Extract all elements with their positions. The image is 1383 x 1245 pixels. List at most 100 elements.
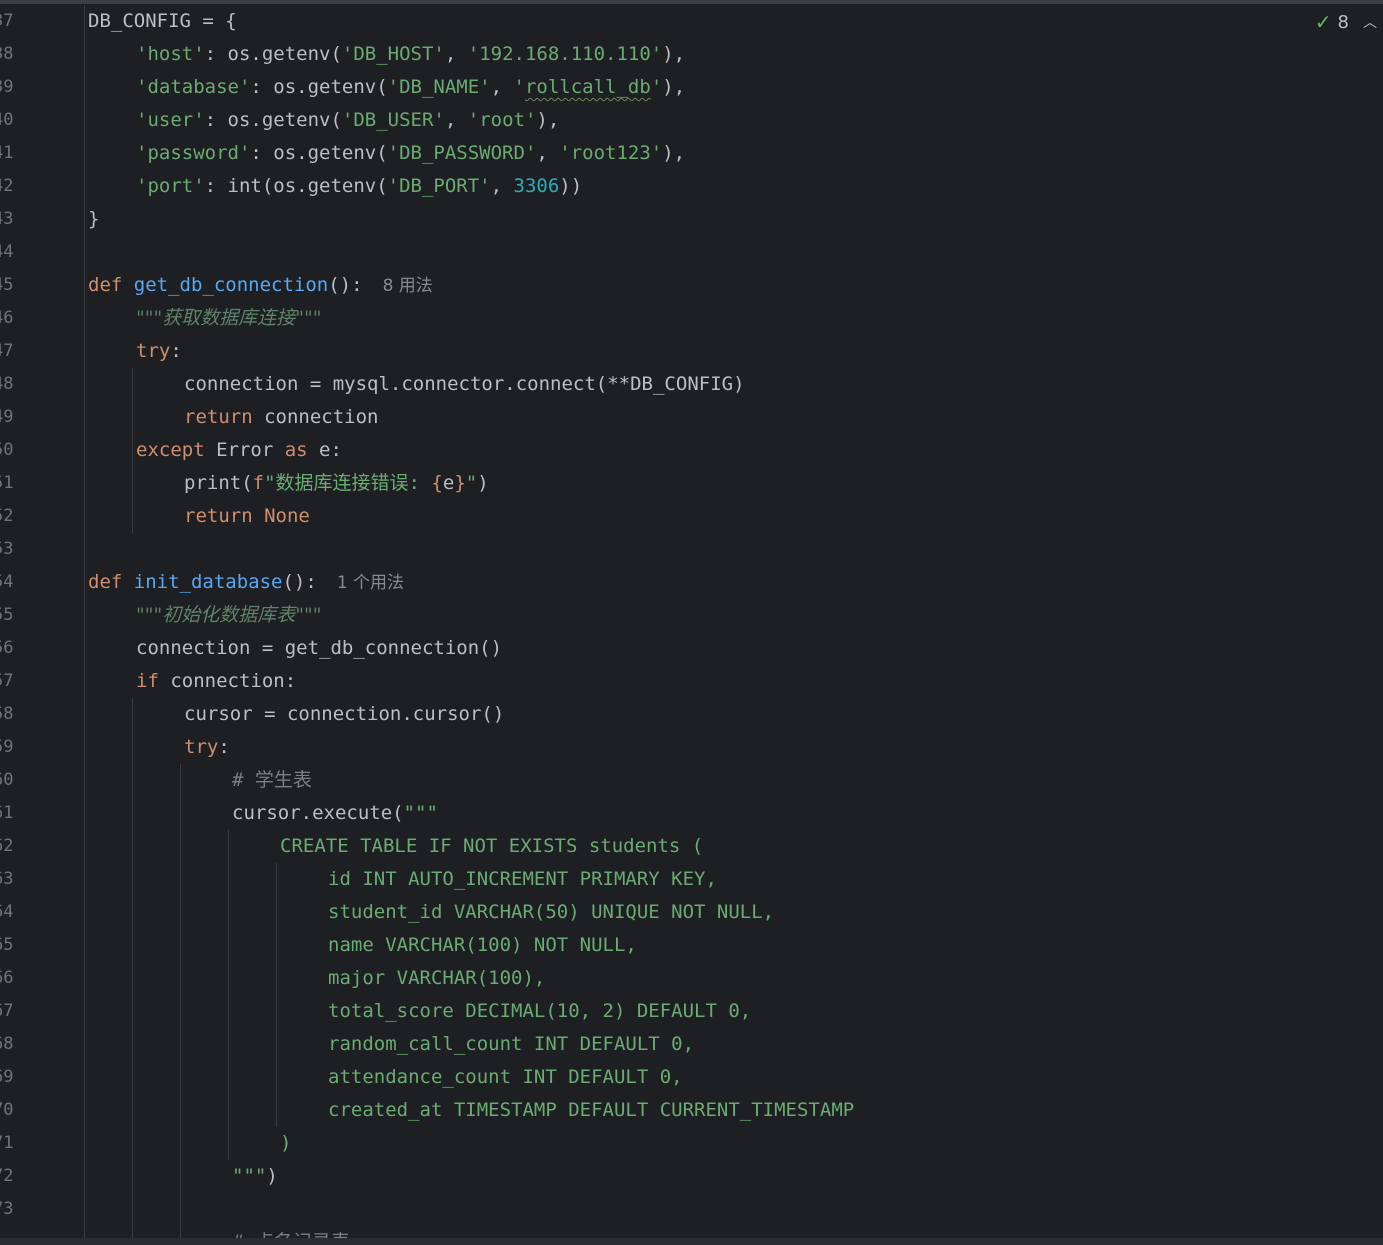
code-line[interactable]: name VARCHAR(100) NOT NULL,: [328, 929, 637, 962]
code-text: : os.getenv(: [204, 109, 342, 131]
code-line[interactable]: """初始化数据库表""": [136, 599, 321, 632]
string-literal: 'root': [467, 109, 537, 131]
line-number[interactable]: 38: [0, 38, 33, 71]
code-line[interactable]: CREATE TABLE IF NOT EXISTS students (: [280, 830, 703, 863]
code-line[interactable]: cursor = connection.cursor(): [184, 698, 504, 731]
code-line[interactable]: """获取数据库连接""": [136, 302, 321, 335]
code-line[interactable]: attendance_count INT DEFAULT 0,: [328, 1061, 683, 1094]
code-line[interactable]: 'port': int(os.getenv('DB_PORT', 3306)): [136, 170, 582, 203]
code-line[interactable]: print(f"数据库连接错误: {e}"): [184, 467, 489, 500]
code-line[interactable]: 'password': os.getenv('DB_PASSWORD', 'ro…: [136, 137, 685, 170]
keyword: return: [184, 505, 253, 527]
code-line[interactable]: major VARCHAR(100),: [328, 962, 545, 995]
line-number[interactable]: 53: [0, 533, 33, 566]
line-number[interactable]: 57: [0, 665, 33, 698]
string-literal: 'host': [136, 43, 205, 65]
keyword: except: [136, 439, 205, 461]
code-line[interactable]: def get_db_connection(): 8 用法: [88, 269, 433, 302]
code-line[interactable]: try:: [136, 335, 182, 368]
chevron-up-icon[interactable]: ︿: [1363, 12, 1377, 32]
function-name[interactable]: init_database: [134, 571, 283, 593]
line-number[interactable]: 42: [0, 170, 33, 203]
code-line[interactable]: connection = mysql.connector.connect(**D…: [184, 368, 745, 401]
code-text: e: [442, 472, 455, 494]
line-number[interactable]: 47: [0, 335, 33, 368]
code-text: print(: [184, 472, 253, 494]
indent-guide: [132, 368, 133, 533]
code-line[interactable]: connection = get_db_connection(): [136, 632, 502, 665]
line-number[interactable]: 46: [0, 302, 33, 335]
code-text: ),: [662, 142, 686, 164]
code-line[interactable]: cursor.execute(""": [232, 797, 438, 830]
sql-string: ): [280, 1132, 292, 1154]
line-number[interactable]: 63: [0, 863, 33, 896]
code-line[interactable]: 'user': os.getenv('DB_USER', 'root'),: [136, 104, 559, 137]
keyword: try: [136, 340, 171, 362]
line-number[interactable]: 58: [0, 698, 33, 731]
code-text: :: [170, 340, 182, 362]
usages-hint[interactable]: 8 用法: [383, 276, 433, 296]
code-line[interactable]: return None: [184, 500, 310, 533]
code-line[interactable]: # 学生表: [232, 764, 312, 797]
inspection-count: 8: [1337, 11, 1349, 33]
code-editor[interactable]: ✓ 8 ︿ 3738394041424344454647484950515253…: [0, 0, 1383, 1245]
code-line[interactable]: 'host': os.getenv('DB_HOST', '192.168.11…: [136, 38, 685, 71]
line-number[interactable]: 45: [0, 269, 33, 302]
code-line[interactable]: def init_database(): 1 个用法: [88, 566, 404, 599]
sql-string: name VARCHAR(100) NOT NULL,: [328, 934, 637, 956]
line-number[interactable]: 66: [0, 962, 33, 995]
code-line[interactable]: random_call_count INT DEFAULT 0,: [328, 1028, 694, 1061]
keyword: def: [88, 274, 134, 296]
line-number[interactable]: 73: [0, 1193, 33, 1226]
line-number[interactable]: 67: [0, 995, 33, 1028]
function-name[interactable]: get_db_connection: [134, 274, 328, 296]
code-line[interactable]: DB_CONFIG = {: [88, 5, 237, 38]
line-number[interactable]: 72: [0, 1160, 33, 1193]
code-line[interactable]: student_id VARCHAR(50) UNIQUE NOT NULL,: [328, 896, 774, 929]
line-number[interactable]: 60: [0, 764, 33, 797]
code-line[interactable]: total_score DECIMAL(10, 2) DEFAULT 0,: [328, 995, 751, 1028]
line-number[interactable]: 50: [0, 434, 33, 467]
code-line[interactable]: 'database': os.getenv('DB_NAME', 'rollca…: [136, 71, 685, 104]
code-line[interactable]: except Error as e:: [136, 434, 342, 467]
line-number[interactable]: 56: [0, 632, 33, 665]
code-line[interactable]: created_at TIMESTAMP DEFAULT CURRENT_TIM…: [328, 1094, 854, 1127]
line-number[interactable]: 39: [0, 71, 33, 104]
line-number[interactable]: 69: [0, 1061, 33, 1094]
indent-guide: [84, 5, 85, 1245]
line-number[interactable]: 68: [0, 1028, 33, 1061]
code-line[interactable]: try:: [184, 731, 230, 764]
code-line[interactable]: id INT AUTO_INCREMENT PRIMARY KEY,: [328, 863, 717, 896]
code-line[interactable]: return connection: [184, 401, 378, 434]
code-text: :: [218, 736, 230, 758]
code-text: connection:: [158, 670, 297, 692]
line-number[interactable]: 49: [0, 401, 33, 434]
inspection-widget[interactable]: ✓ 8 ︿: [1315, 10, 1377, 34]
line-number[interactable]: 52: [0, 500, 33, 533]
line-number[interactable]: 48: [0, 368, 33, 401]
code-line[interactable]: }: [88, 203, 99, 236]
line-number[interactable]: 55: [0, 599, 33, 632]
code-line[interactable]: ): [280, 1127, 291, 1160]
line-number[interactable]: 51: [0, 467, 33, 500]
line-number[interactable]: 71: [0, 1127, 33, 1160]
line-number[interactable]: 65: [0, 929, 33, 962]
typo-string-literal[interactable]: rollcall_db: [525, 76, 651, 98]
line-number[interactable]: 37: [0, 5, 33, 38]
line-number[interactable]: 44: [0, 236, 33, 269]
usages-hint[interactable]: 1 个用法: [337, 573, 404, 593]
line-number[interactable]: 40: [0, 104, 33, 137]
code-line[interactable]: """): [232, 1160, 278, 1193]
line-number[interactable]: 41: [0, 137, 33, 170]
string-literal: 'user': [136, 109, 205, 131]
line-number[interactable]: 61: [0, 797, 33, 830]
sql-string: random_call_count INT DEFAULT 0,: [328, 1033, 695, 1055]
line-number[interactable]: 54: [0, 566, 33, 599]
line-number[interactable]: 43: [0, 203, 33, 236]
line-number[interactable]: 59: [0, 731, 33, 764]
line-number[interactable]: 70: [0, 1094, 33, 1127]
code-text: DB_CONFIG = {: [88, 10, 237, 32]
code-line[interactable]: if connection:: [136, 665, 296, 698]
line-number[interactable]: 64: [0, 896, 33, 929]
line-number[interactable]: 62: [0, 830, 33, 863]
